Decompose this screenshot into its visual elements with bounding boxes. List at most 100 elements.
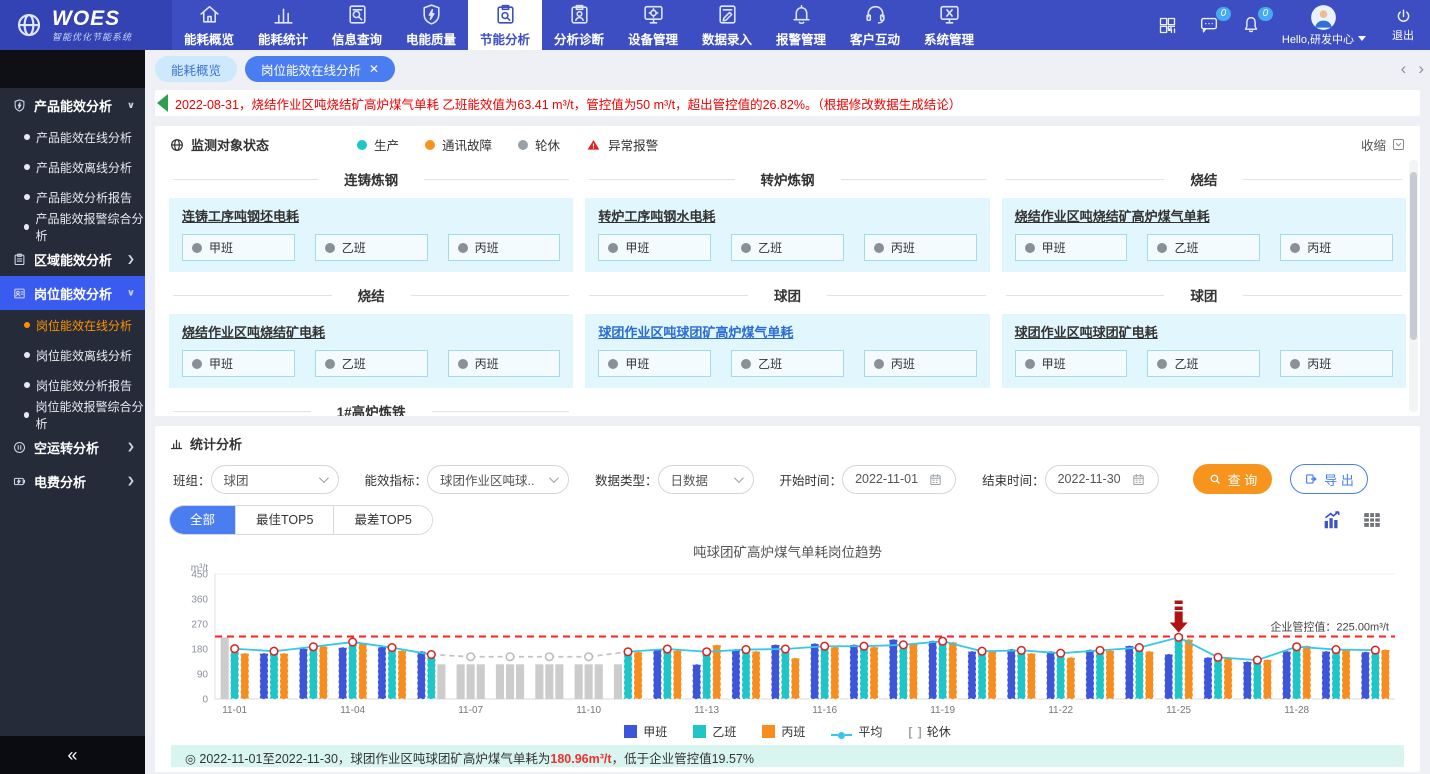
- divider: [432, 411, 570, 412]
- shift-button-甲班[interactable]: 甲班: [598, 350, 711, 377]
- range-tab-最差TOP5[interactable]: 最差TOP5: [333, 506, 431, 534]
- nav-item-能耗概览[interactable]: 能耗概览: [172, 0, 246, 50]
- monitor-scrollbar[interactable]: [1409, 160, 1418, 412]
- legend-label: 平均: [858, 725, 882, 739]
- shift-button-乙班[interactable]: 乙班: [315, 234, 428, 261]
- sidebar-subitem-产品能效在线分析[interactable]: 产品能效在线分析: [0, 122, 145, 152]
- start-date-input[interactable]: 2022-11-01: [842, 465, 956, 494]
- shift-button-丙班[interactable]: 丙班: [448, 350, 561, 377]
- nav-item-系统管理[interactable]: 系统管理: [912, 0, 986, 50]
- shift-button-label: 乙班: [342, 355, 366, 372]
- nav-item-能耗统计[interactable]: 能耗统计: [246, 0, 320, 50]
- shift-button-乙班[interactable]: 乙班: [731, 350, 844, 377]
- legend-item-轮休[interactable]: [ ]轮休: [908, 723, 950, 740]
- user-menu[interactable]: Hello,研发中心: [1282, 4, 1366, 47]
- logout-button[interactable]: 退出: [1392, 7, 1414, 43]
- notifications-bell-icon[interactable]: 0: [1240, 14, 1262, 36]
- close-tab-icon[interactable]: ✕: [369, 63, 379, 75]
- query-button[interactable]: 查 询: [1193, 464, 1273, 494]
- legend-item-乙班[interactable]: 乙班: [693, 723, 736, 740]
- group-select[interactable]: 球团: [211, 465, 339, 494]
- card-title-link[interactable]: 转炉工序吨钢水电耗: [598, 206, 976, 225]
- tabs-scroll-left-icon[interactable]: ‹: [1401, 59, 1407, 79]
- svg-text:m³/t: m³/t: [191, 563, 208, 574]
- shift-button-甲班[interactable]: 甲班: [182, 234, 295, 261]
- battery-bolt-icon: [12, 474, 27, 489]
- group-select-value: 球团: [224, 470, 249, 489]
- range-tab-最佳TOP5[interactable]: 最佳TOP5: [235, 506, 333, 534]
- sidebar-collapse-button[interactable]: «: [0, 736, 145, 774]
- tab-岗位能效在线分析[interactable]: 岗位能效在线分析✕: [245, 56, 395, 82]
- tabs-scroll-right-icon[interactable]: ›: [1418, 59, 1424, 79]
- sidebar-subitem-岗位能效离线分析[interactable]: 岗位能效离线分析: [0, 340, 145, 370]
- shift-button-乙班[interactable]: 乙班: [1147, 234, 1260, 261]
- shift-button-甲班[interactable]: 甲班: [1015, 350, 1128, 377]
- shift-button-丙班[interactable]: 丙班: [448, 234, 561, 261]
- nav-item-客户互动[interactable]: 客户互动: [838, 0, 912, 50]
- status-dot-icon: [192, 243, 202, 253]
- messages-icon[interactable]: 0: [1198, 14, 1220, 36]
- nav-item-信息查询[interactable]: 信息查询: [320, 0, 394, 50]
- shift-button-乙班[interactable]: 乙班: [315, 350, 428, 377]
- divider: [173, 411, 311, 412]
- datatype-select[interactable]: 日数据: [658, 465, 754, 494]
- status-dot-icon: [1025, 359, 1035, 369]
- legend-item-甲班[interactable]: 甲班: [624, 723, 667, 740]
- sidebar-subitem-产品能效分析报告[interactable]: 产品能效分析报告: [0, 182, 145, 212]
- tab-能耗概览[interactable]: 能耗概览: [155, 56, 237, 82]
- shift-button-乙班[interactable]: 乙班: [731, 234, 844, 261]
- sidebar-subitem-岗位能效分析报告[interactable]: 岗位能效分析报告: [0, 370, 145, 400]
- legend-label: 轮休: [927, 725, 951, 739]
- collapse-panel-button[interactable]: 收缩: [1361, 135, 1406, 154]
- shift-button-丙班[interactable]: 丙班: [1280, 350, 1393, 377]
- sidebar-subitem-岗位能效报警综合分析[interactable]: 岗位能效报警综合分析: [0, 400, 145, 430]
- sidebar-subitem-产品能效离线分析[interactable]: 产品能效离线分析: [0, 152, 145, 182]
- nav-item-数据录入[interactable]: 数据录入: [690, 0, 764, 50]
- legend-item-平均[interactable]: 平均: [831, 723, 882, 740]
- divider: [173, 179, 318, 180]
- nav-item-报警管理[interactable]: 报警管理: [764, 0, 838, 50]
- sidebar-item-区域能效分析[interactable]: 区域能效分析❯: [0, 242, 145, 276]
- shift-button-甲班[interactable]: 甲班: [182, 350, 295, 377]
- range-tab-全部[interactable]: 全部: [170, 506, 235, 534]
- table-view-toggle-icon[interactable]: [1360, 509, 1384, 531]
- nav-item-电能质量[interactable]: 电能质量: [394, 0, 468, 50]
- sidebar-item-电费分析[interactable]: 电费分析❯: [0, 464, 145, 498]
- card-title-link[interactable]: 烧结作业区吨烧结矿高炉煤气单耗: [1015, 206, 1393, 225]
- nav-item-label: 信息查询: [332, 29, 382, 48]
- shift-button-label: 乙班: [342, 239, 366, 256]
- nav-item-设备管理[interactable]: 设备管理: [616, 0, 690, 50]
- shift-button-甲班[interactable]: 甲班: [1015, 234, 1128, 261]
- legend-item-丙班[interactable]: 丙班: [762, 723, 805, 740]
- divider: [589, 295, 748, 296]
- sidebar-subitem-产品能效报警综合分析[interactable]: 产品能效报警综合分析: [0, 212, 145, 242]
- bullet-icon: [24, 352, 30, 358]
- shift-button-丙班[interactable]: 丙班: [864, 350, 977, 377]
- card-title-link[interactable]: 球团作业区吨球团矿电耗: [1015, 322, 1393, 341]
- sidebar-item-空运转分析[interactable]: 空运转分析❯: [0, 430, 145, 464]
- shift-button-label: 丙班: [891, 355, 915, 372]
- shift-button-丙班[interactable]: 丙班: [1280, 234, 1393, 261]
- qr-code-icon[interactable]: [1157, 15, 1178, 36]
- nav-item-分析诊断[interactable]: 分析诊断: [542, 0, 616, 50]
- nav-item-节能分析[interactable]: 节能分析: [468, 0, 542, 50]
- shift-button-label: 乙班: [758, 239, 782, 256]
- monitor-scrollbar-thumb[interactable]: [1410, 172, 1417, 340]
- sidebar-subitem-岗位能效在线分析[interactable]: 岗位能效在线分析: [0, 310, 145, 340]
- shift-button-丙班[interactable]: 丙班: [864, 234, 977, 261]
- export-button[interactable]: 导 出: [1290, 464, 1368, 494]
- indicator-select[interactable]: 球团作业区吨球..: [427, 465, 569, 494]
- card-title-link[interactable]: 连铸工序吨钢坯电耗: [182, 206, 560, 225]
- shift-button-甲班[interactable]: 甲班: [598, 234, 711, 261]
- shift-button-乙班[interactable]: 乙班: [1147, 350, 1260, 377]
- svg-text:11-13: 11-13: [694, 705, 719, 716]
- sidebar-item-岗位能效分析[interactable]: 岗位能效分析∨: [0, 276, 145, 310]
- status-dot-icon: [325, 359, 335, 369]
- card-title-link[interactable]: 球团作业区吨球团矿高炉煤气单耗: [598, 322, 976, 341]
- statistics-title: 统计分析: [190, 434, 242, 453]
- card-title-link[interactable]: 烧结作业区吨烧结矿电耗: [182, 322, 560, 341]
- sidebar-item-产品能效分析[interactable]: 产品能效分析∨: [0, 88, 145, 122]
- end-date-input[interactable]: 2022-11-30: [1045, 465, 1159, 494]
- chart-view-toggle-icon[interactable]: [1320, 509, 1344, 531]
- monitor-group-转炉工序吨钢水电耗: 转炉炼钢转炉工序吨钢水电耗甲班乙班丙班: [585, 156, 989, 272]
